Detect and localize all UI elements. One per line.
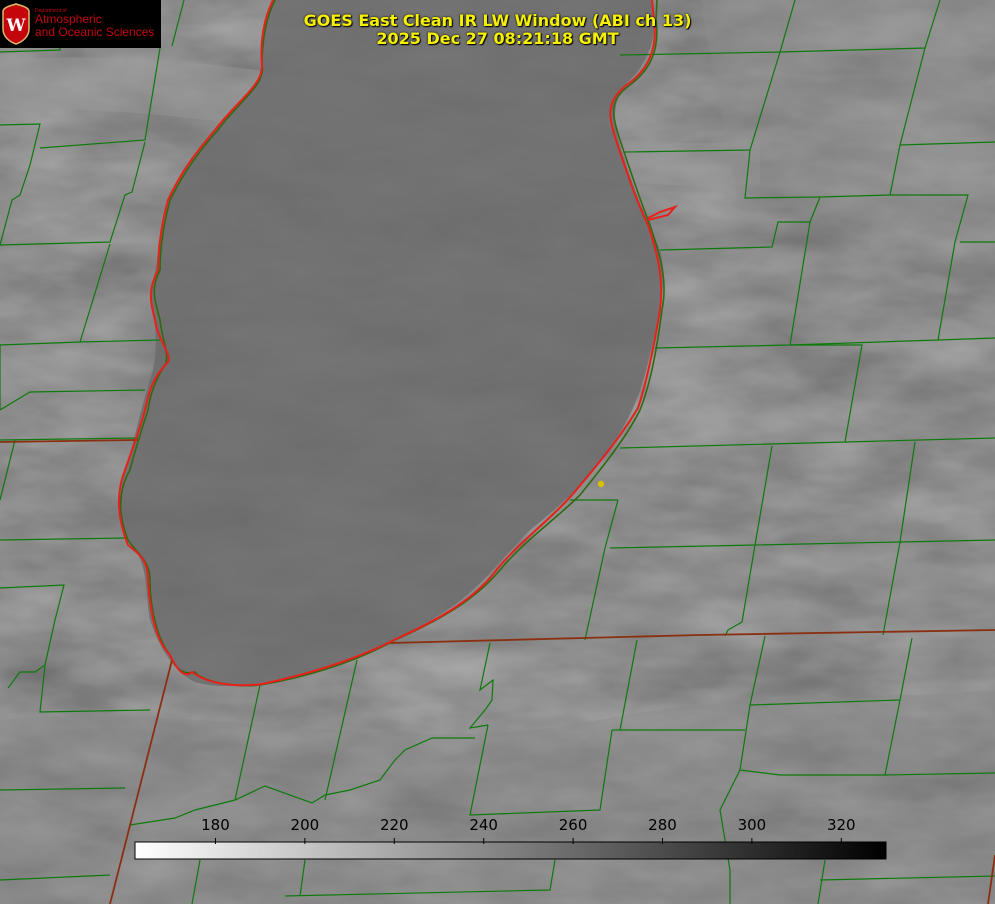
colorbar-tick-label-220: 220 [380, 816, 409, 834]
colorbar-tick-label-260: 260 [559, 816, 588, 834]
colorbar-tick-label-320: 320 [827, 816, 856, 834]
colorbar-tick-label-180: 180 [201, 816, 230, 834]
colorbar-tick-label-280: 280 [648, 816, 677, 834]
satellite-map: 180 200 220 240 260 280 300 320 [0, 0, 995, 904]
colorbar-gradient [134, 841, 887, 860]
image-title: GOES East Clean IR LW Window (ABI ch 13) [303, 11, 692, 30]
colorbar-tick-label-300: 300 [738, 816, 767, 834]
satellite-image-viewer: 180 200 220 240 260 280 300 320 W Department of… [0, 0, 995, 904]
colorbar-tick-label-240: 240 [469, 816, 498, 834]
yellow-dot-icon [597, 480, 605, 488]
image-timestamp: 2025 Dec 27 08:21:18 GMT [376, 29, 619, 48]
colorbar-tick-label-200: 200 [291, 816, 320, 834]
